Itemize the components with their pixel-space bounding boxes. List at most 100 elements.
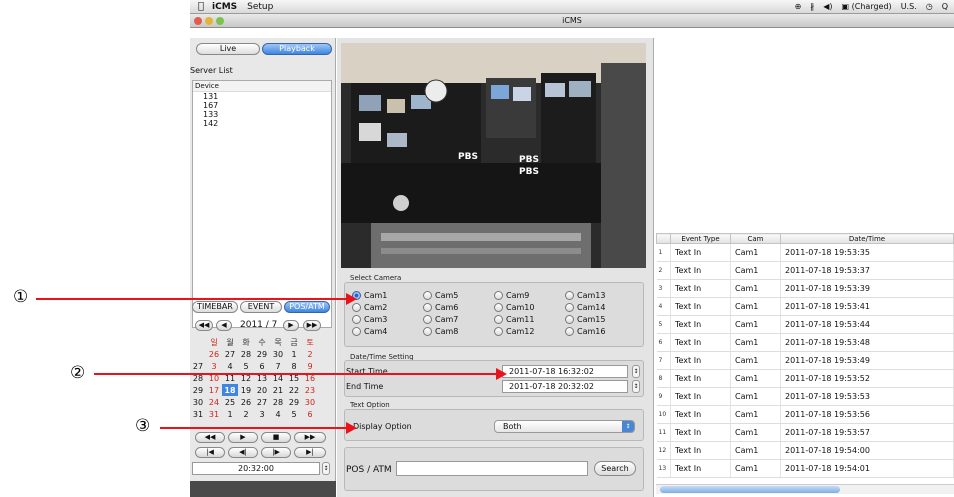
video-view[interactable]: PBS PBS PBS [341,43,646,268]
calendar-day[interactable]: 7 [270,360,286,372]
camera-radio-cam3[interactable]: Cam3 [352,315,387,324]
table-row[interactable]: 13 Text In Cam1 2011-07-18 19:54:01 [656,459,954,478]
status-item[interactable]: U.S. [901,2,917,11]
stop-button[interactable]: ■ [261,432,291,443]
calendar-day[interactable]: 30 [302,396,318,408]
table-row[interactable]: 10 Text In Cam1 2011-07-18 19:53:56 [656,405,954,424]
column-header-event-type[interactable]: Event Type [670,233,731,244]
camera-radio-cam12[interactable]: Cam12 [494,327,534,336]
calendar-day[interactable]: 27 [222,348,238,360]
tab-pos-atm[interactable]: POS/ATM [284,301,330,313]
table-row[interactable]: 1 Text In Cam1 2011-07-18 19:53:35 [656,243,954,262]
time-stepper[interactable]: ↕ [322,462,330,475]
calendar-day[interactable]: 26 [206,348,222,360]
device-item[interactable]: 133 [203,110,331,119]
pos-atm-input[interactable] [396,461,588,476]
calendar-day[interactable]: 6 [254,360,270,372]
table-row[interactable]: 9 Text In Cam1 2011-07-18 19:53:53 [656,387,954,406]
app-menu[interactable]: iCMS [212,2,237,12]
calendar-day[interactable]: 4 [222,360,238,372]
status-item[interactable]: ▣ (Charged) [842,2,892,11]
camera-radio-cam13[interactable]: Cam13 [565,291,605,300]
time-display[interactable]: 20:32:00 [192,462,320,475]
calendar-day[interactable]: 2 [238,408,254,420]
prev-year-button[interactable]: ◀◀ [195,320,213,331]
start-time-stepper[interactable]: ↕ [632,365,640,378]
device-tree[interactable]: Device 131 167 133 142 [192,80,332,328]
calendar-day[interactable]: 23 [302,384,318,396]
table-row[interactable]: 7 Text In Cam1 2011-07-18 19:53:49 [656,351,954,370]
calendar-day[interactable]: 31 [206,408,222,420]
table-row[interactable]: 6 Text In Cam1 2011-07-18 19:53:48 [656,333,954,352]
calendar-day[interactable]: 21 [270,384,286,396]
column-header-cam[interactable]: Cam [730,233,781,244]
calendar-day[interactable]: 9 [302,360,318,372]
fast-rewind-button[interactable]: ◀◀ [195,432,225,443]
calendar-day[interactable]: 8 [286,360,302,372]
table-row[interactable]: 4 Text In Cam1 2011-07-18 19:53:41 [656,297,954,316]
calendar-day[interactable]: 20 [254,384,270,396]
calendar-day[interactable]: 30 [270,348,286,360]
calendar-day[interactable]: 1 [286,348,302,360]
table-row[interactable]: 3 Text In Cam1 2011-07-18 19:53:39 [656,279,954,298]
device-item[interactable]: 167 [203,101,331,110]
calendar-day[interactable]: 5 [238,360,254,372]
close-button[interactable] [194,17,202,25]
calendar-day[interactable]: 26 [238,396,254,408]
status-item[interactable]: ◀) [823,2,832,11]
camera-radio-cam10[interactable]: Cam10 [494,303,534,312]
camera-radio-cam4[interactable]: Cam4 [352,327,387,336]
device-item[interactable]: 131 [203,92,331,101]
tab-playback[interactable]: Playback [262,43,332,55]
column-header-datetime[interactable]: Date/Time [780,233,954,244]
setup-menu[interactable]: Setup [247,2,273,12]
minimize-button[interactable] [205,17,213,25]
camera-radio-cam8[interactable]: Cam8 [423,327,458,336]
camera-radio-cam6[interactable]: Cam6 [423,303,458,312]
tab-timebar[interactable]: TIMEBAR [192,301,238,313]
calendar-day[interactable]: 3 [206,360,222,372]
step-back-button[interactable]: ◀| [228,447,258,458]
step-forward-button[interactable]: |▶ [261,447,291,458]
calendar-day[interactable]: 3 [254,408,270,420]
camera-radio-cam16[interactable]: Cam16 [565,327,605,336]
status-item[interactable]: ⊕ [795,2,802,11]
table-row[interactable]: 12 Text In Cam1 2011-07-18 19:54:00 [656,441,954,460]
calendar-day[interactable]: 18 [222,384,238,396]
calendar-day[interactable]: 29 [254,348,270,360]
table-row[interactable]: 11 Text In Cam1 2011-07-18 19:53:57 [656,423,954,442]
calendar-day[interactable]: 25 [222,396,238,408]
next-year-button[interactable]: ▶▶ [303,320,321,331]
calendar-day[interactable]: 28 [238,348,254,360]
camera-radio-cam7[interactable]: Cam7 [423,315,458,324]
camera-radio-cam11[interactable]: Cam11 [494,315,534,324]
tab-live[interactable]: Live [196,43,260,55]
fast-forward-button[interactable]: ▶▶ [294,432,326,443]
camera-radio-cam9[interactable]: Cam9 [494,291,529,300]
camera-radio-cam14[interactable]: Cam14 [565,303,605,312]
table-row[interactable]: 5 Text In Cam1 2011-07-18 19:53:44 [656,315,954,334]
display-option-select[interactable]: Both ↕ [494,420,635,433]
end-time-stepper[interactable]: ↕ [632,380,640,393]
play-button[interactable]: ▶ [228,432,258,443]
apple-icon[interactable]:  [190,1,212,12]
skip-start-button[interactable]: |◀ [195,447,225,458]
calendar-day[interactable]: 4 [270,408,286,420]
status-item[interactable]: ∦ [810,2,814,11]
calendar-day[interactable]: 28 [270,396,286,408]
device-item[interactable]: 142 [203,119,331,128]
start-time-field[interactable]: 2011-07-18 16:32:02 [502,365,628,378]
calendar-day[interactable]: 22 [286,384,302,396]
calendar-day[interactable]: 24 [206,396,222,408]
horizontal-scrollbar[interactable] [656,484,954,494]
end-time-field[interactable]: 2011-07-18 20:32:02 [502,380,628,393]
camera-radio-cam1[interactable]: Cam1 [352,291,387,300]
calendar-day[interactable]: 17 [206,384,222,396]
next-month-button[interactable]: ▶ [283,320,299,331]
zoom-button[interactable] [216,17,224,25]
skip-end-button[interactable]: ▶| [294,447,326,458]
camera-radio-cam2[interactable]: Cam2 [352,303,387,312]
calendar-day[interactable]: 19 [238,384,254,396]
prev-month-button[interactable]: ◀ [216,320,232,331]
calendar-day[interactable]: 29 [286,396,302,408]
